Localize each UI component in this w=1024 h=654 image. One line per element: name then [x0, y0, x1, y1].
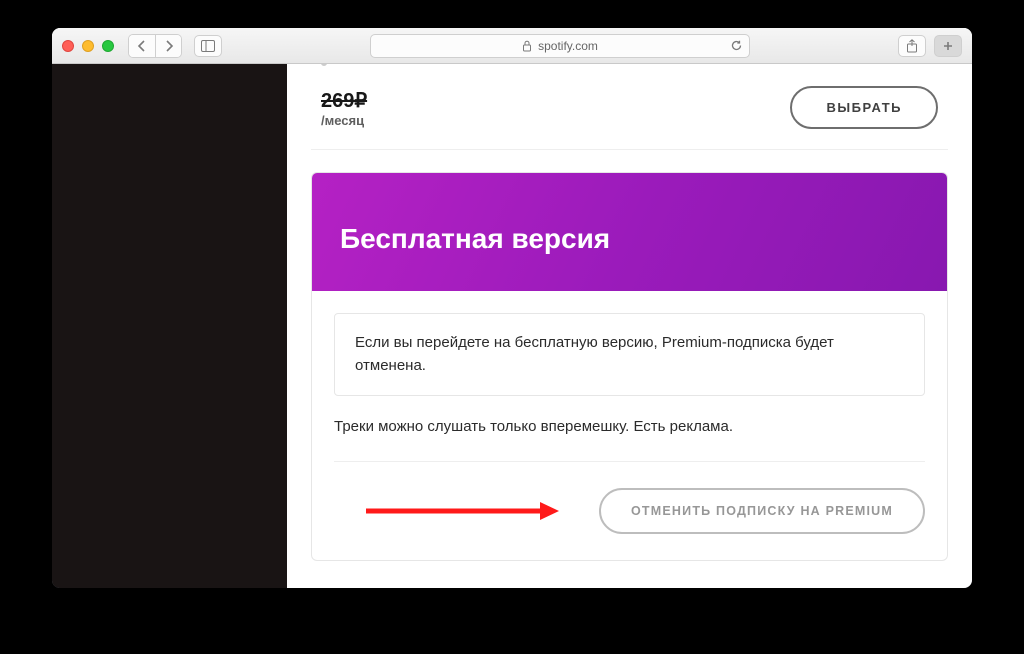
forward-button[interactable] [155, 35, 181, 57]
new-tab-button[interactable] [934, 35, 962, 57]
maximize-window-button[interactable] [102, 40, 114, 52]
previous-card-cutoff [311, 64, 948, 72]
sidebar-toggle-button[interactable] [194, 35, 222, 57]
navigation-buttons [128, 34, 182, 58]
back-button[interactable] [129, 35, 155, 57]
price-block: 269₽ /месяц [321, 88, 367, 128]
right-toolbar [898, 35, 962, 57]
cancel-premium-button[interactable]: ОТМЕНИТЬ ПОДПИСКУ НА PREMIUM [599, 488, 925, 534]
minimize-window-button[interactable] [82, 40, 94, 52]
choose-plan-button[interactable]: ВЫБРАТЬ [790, 86, 938, 129]
address-bar[interactable]: spotify.com [370, 34, 750, 58]
reload-button[interactable] [730, 39, 743, 52]
webpage-viewport: 269₽ /месяц ВЫБРАТЬ Бесплатная версия Ес… [52, 64, 972, 588]
spotify-sidebar [52, 64, 287, 588]
free-plan-card: Бесплатная версия Если вы перейдете на б… [311, 172, 948, 561]
lock-icon [522, 40, 532, 52]
price-struck: 269₽ [321, 88, 367, 113]
annotation-arrow-icon [364, 499, 559, 523]
address-text: spotify.com [538, 39, 598, 53]
free-plan-description: Треки можно слушать только вперемешку. Е… [334, 418, 925, 435]
premium-plan-footer: 269₽ /месяц ВЫБРАТЬ [311, 72, 948, 150]
free-plan-title: Бесплатная версия [340, 223, 919, 255]
browser-titlebar: spotify.com [52, 28, 972, 64]
window-controls [62, 40, 114, 52]
free-plan-header: Бесплатная версия [312, 173, 947, 291]
downgrade-notice: Если вы перейдете на бесплатную версию, … [334, 313, 925, 396]
spotify-content[interactable]: 269₽ /месяц ВЫБРАТЬ Бесплатная версия Ес… [287, 64, 972, 588]
divider [334, 461, 925, 462]
free-plan-body: Если вы перейдете на бесплатную версию, … [312, 291, 947, 560]
close-window-button[interactable] [62, 40, 74, 52]
safari-browser-window: spotify.com 269₽ /месяц [52, 28, 972, 588]
price-period: /месяц [321, 113, 367, 128]
cancel-row: ОТМЕНИТЬ ПОДПИСКУ НА PREMIUM [334, 488, 925, 534]
share-button[interactable] [898, 35, 926, 57]
